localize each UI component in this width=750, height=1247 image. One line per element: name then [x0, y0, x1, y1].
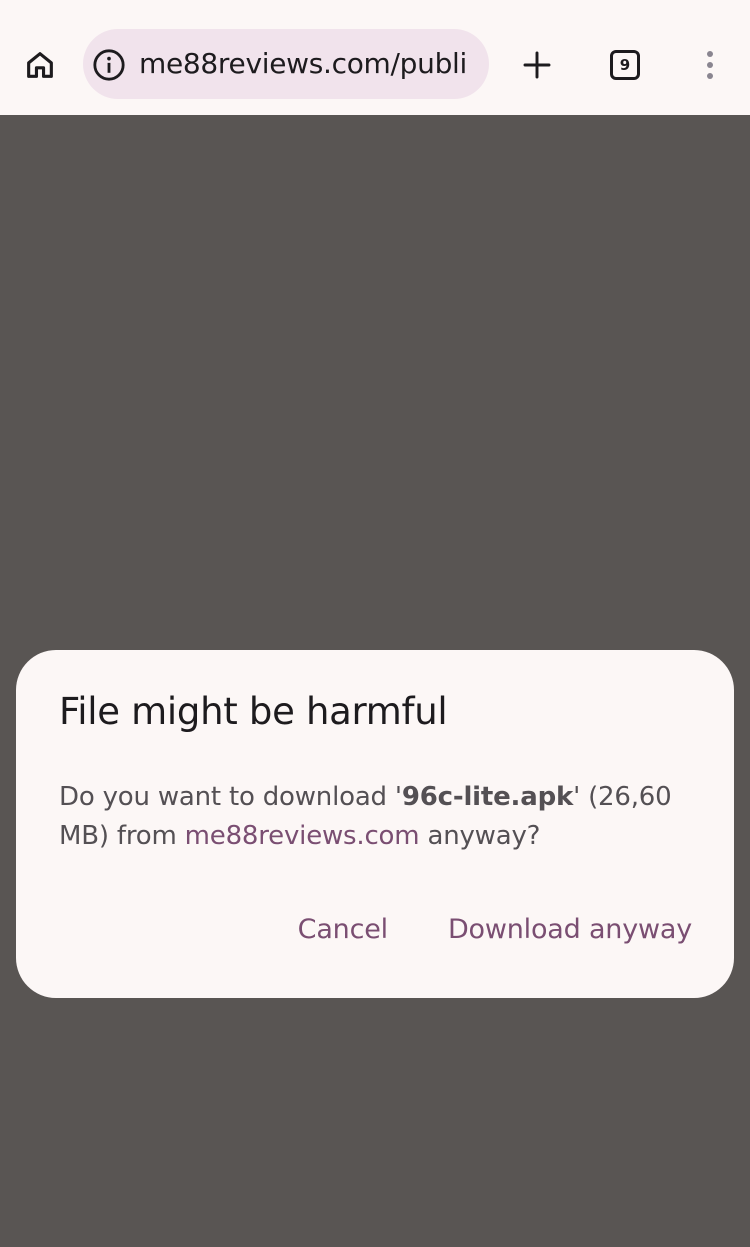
- message-before: Do you want to download ': [59, 782, 402, 812]
- new-tab-button[interactable]: [513, 41, 561, 89]
- dialog-actions: Cancel Download anyway: [298, 905, 693, 953]
- address-bar[interactable]: me88reviews.com/publi: [83, 29, 489, 99]
- plus-icon: [523, 51, 551, 79]
- more-vert-icon: [707, 51, 713, 79]
- tab-switcher-button[interactable]: 9: [601, 41, 649, 89]
- url-text: me88reviews.com/publi: [139, 47, 468, 80]
- source-domain: me88reviews.com: [184, 821, 420, 851]
- file-name: 96c-lite.apk: [401, 782, 574, 812]
- menu-button[interactable]: [686, 41, 734, 89]
- download-anyway-button[interactable]: Download anyway: [448, 914, 692, 945]
- home-button[interactable]: [16, 41, 64, 89]
- dialog-title: File might be harmful: [59, 690, 448, 733]
- cancel-button[interactable]: Cancel: [298, 914, 388, 945]
- info-icon[interactable]: [92, 48, 126, 82]
- message-after: anyway?: [419, 821, 541, 851]
- browser-toolbar: me88reviews.com/publi 9: [0, 0, 750, 115]
- dialog-message: Do you want to download '96c-lite.apk' (…: [59, 778, 699, 856]
- home-icon: [27, 52, 53, 78]
- tab-switcher-icon: 9: [610, 50, 640, 80]
- download-warning-dialog: File might be harmful Do you want to dow…: [16, 650, 734, 998]
